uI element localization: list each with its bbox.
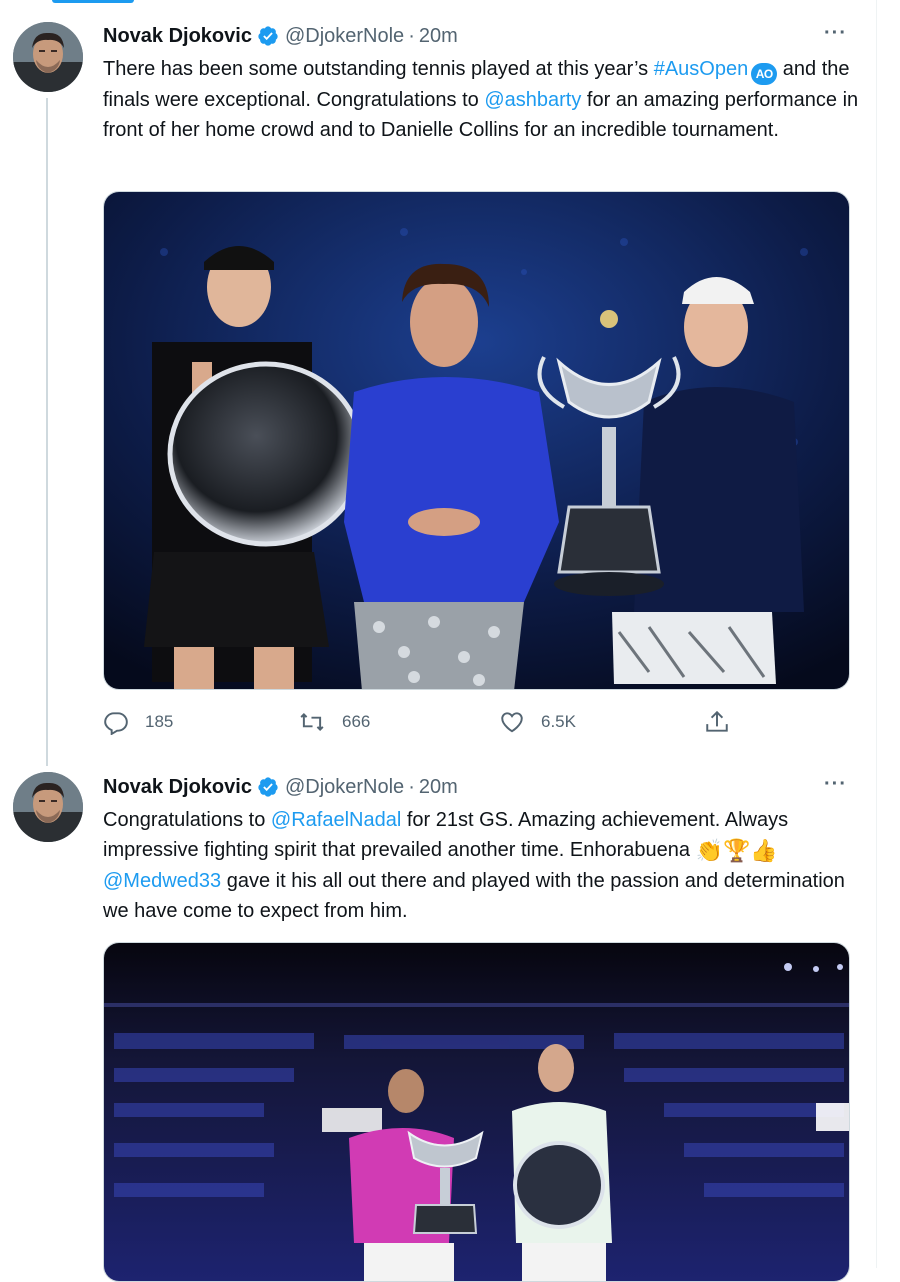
author-handle[interactable]: @DjokerNole [285,25,404,48]
top-tab-indicator [52,0,134,3]
reply-button[interactable]: 185 [103,709,173,735]
hashtag-link[interactable]: #AusOpen [654,58,749,80]
tweet-timestamp[interactable]: 20m [419,776,458,799]
like-count: 6.5K [541,712,576,731]
retweet-button[interactable]: 666 [298,709,370,735]
more-icon[interactable]: ··· [824,22,847,45]
author-handle[interactable]: @DjokerNole [285,776,404,799]
womens-final-photo [104,192,849,689]
retweet-icon [300,713,324,731]
tweet-header: Novak Djokovic @DjokerNole · 20m [103,773,458,801]
verified-badge-icon [257,776,279,798]
ausopen-hashflag-icon: AO [751,63,778,85]
share-button[interactable] [704,709,746,735]
separator-dot: · [408,24,415,47]
separator-dot: · [408,775,415,798]
more-icon[interactable]: ··· [824,773,847,796]
tweet-media-image[interactable] [103,942,850,1282]
thread-connector-line [46,98,48,766]
emoji-group: 👏🏆👍 [695,837,778,863]
reply-icon [104,712,128,735]
like-button[interactable]: 6.5K [499,709,576,735]
tweet-timestamp[interactable]: 20m [419,25,458,48]
tweet-text-segment: There has been some outstanding tennis p… [103,58,654,80]
author-name[interactable]: Novak Djokovic [103,776,252,799]
mention-link[interactable]: @Medwed33 [103,870,221,892]
mention-link[interactable]: @RafaelNadal [271,809,401,831]
tweet-header: Novak Djokovic @DjokerNole · 20m [103,22,458,50]
author-avatar[interactable] [13,772,83,842]
author-avatar[interactable] [13,22,83,92]
share-icon [706,710,728,732]
mention-link[interactable]: @ashbarty [484,89,581,111]
tweet-text: Congratulations to @RafaelNadal for 21st… [103,805,863,926]
tweet-media-image[interactable] [103,191,850,690]
tweet-text-segment: Congratulations to [103,809,271,831]
like-icon [501,712,523,733]
timeline-border [876,0,877,1268]
mens-final-photo [104,943,849,1281]
retweet-count: 666 [342,712,371,731]
reply-count: 185 [145,712,174,731]
verified-badge-icon [257,25,279,47]
tweet-actions: 185 666 6.5K [103,709,743,739]
tweet-text: There has been some outstanding tennis p… [103,54,863,145]
author-name[interactable]: Novak Djokovic [103,25,252,48]
